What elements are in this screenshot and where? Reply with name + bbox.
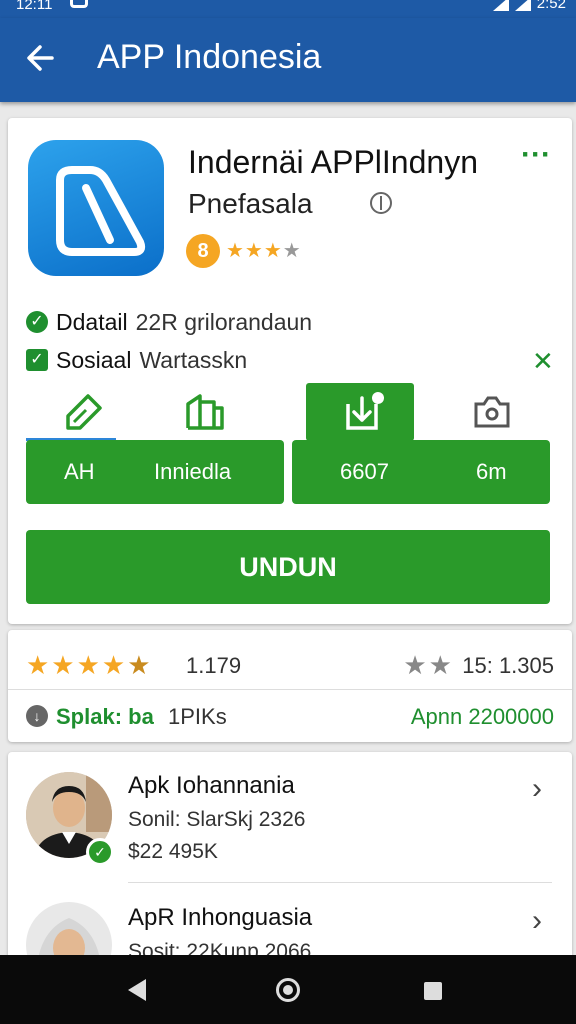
list-item-title: Apk Iohannania [128, 772, 295, 799]
info-left-a: AH [64, 459, 95, 484]
sim-icon [70, 0, 88, 8]
status-clock: 2:52 [536, 0, 566, 12]
chevron-right-icon[interactable]: › [532, 904, 542, 938]
info-icon[interactable] [370, 192, 392, 214]
close-icon[interactable]: ✕ [532, 346, 554, 377]
wifi-icon [492, 0, 509, 11]
half-star: ★ [127, 650, 153, 680]
related-list-card: ✓ Apk Iohannania Sonil: SlarSkj 2326 $22… [8, 752, 572, 962]
back-arrow-icon[interactable] [22, 40, 58, 76]
install-button[interactable]: UNDUN [26, 530, 550, 604]
divider [8, 689, 572, 690]
system-nav-bar [0, 955, 576, 1024]
feature-row: ✓ Sosiaal Wartasskn [26, 346, 247, 374]
app-bar-title: APP Indonesia [97, 38, 322, 76]
rating-row: ★★★★★ 1.179 ★★ 15: 1.305 [26, 650, 554, 680]
camera-icon[interactable] [468, 388, 516, 436]
download-size-icon: ↓ [26, 705, 48, 727]
info-button-right[interactable]: 6607 6m [292, 440, 550, 504]
rating-stars: ★★★★ [226, 238, 302, 263]
empty-star: ★ [282, 240, 302, 262]
size-row: ↓ Splak: ba 1PIKs Apnn 2200000 [26, 702, 554, 732]
more-options-icon[interactable]: ··· [520, 140, 552, 170]
edit-icon[interactable] [60, 388, 108, 436]
building-icon[interactable] [180, 388, 228, 436]
chevron-right-icon[interactable]: › [532, 772, 542, 806]
review-count: 15: 1.305 [462, 653, 554, 678]
grey-stars: ★★ [403, 650, 454, 680]
feature-row: ✓ Ddatail 22R grilorandaun [26, 308, 312, 336]
info-right-b: 6m [476, 459, 507, 484]
filled-stars: ★★★★ [26, 650, 128, 680]
age-rating-badge: 8 [186, 234, 220, 268]
status-time: 12:11 [16, 0, 53, 13]
filled-stars: ★★★ [226, 240, 283, 262]
status-icons: 2:52 [492, 0, 566, 12]
divider [128, 882, 552, 883]
app-bar: APP Indonesia [0, 18, 576, 102]
info-right-a: 6607 [340, 459, 389, 484]
signal-icon [514, 0, 531, 11]
list-item-meta: $22 495K [128, 840, 218, 863]
rating-count: 1.179 [186, 653, 242, 678]
info-left-b: Inniedla [154, 459, 232, 484]
status-bar: 12:11 2:52 [0, 0, 576, 18]
app-name: Indernäi APPlIndnyn [188, 144, 478, 180]
developer-name[interactable]: Pnefasala [188, 188, 313, 220]
size-label: Splak: ba [56, 704, 154, 729]
download-icon[interactable] [338, 388, 386, 436]
stats-card: ★★★★★ 1.179 ★★ 15: 1.305 ↓ Splak: ba 1PI… [8, 630, 572, 742]
check-circle-icon: ✓ [26, 311, 48, 333]
verified-check-icon: ✓ [86, 838, 114, 866]
nav-back-icon[interactable] [128, 979, 146, 1001]
list-item-title: ApR Inhonguasia [128, 904, 313, 931]
checkbox-icon[interactable]: ✓ [26, 349, 48, 371]
feature-label: Ddatail [56, 308, 128, 335]
app-logo-icon [28, 140, 164, 276]
size-value: 1PIKs [168, 704, 227, 729]
list-item-subtitle: Sonil: SlarSkj 2326 [128, 808, 306, 831]
feature-value: 22R grilorandaun [135, 308, 313, 335]
nav-home-icon[interactable] [276, 978, 300, 1002]
app-detail-card: Indernäi APPlIndnyn ··· Pnefasala 8 ★★★★… [8, 118, 572, 624]
feature-label: Sosiaal [56, 346, 132, 373]
nav-recents-icon[interactable] [424, 982, 442, 1000]
price-value: Apnn 2200000 [410, 704, 554, 729]
list-item[interactable]: ✓ Apk Iohannania Sonil: SlarSkj 2326 $22… [8, 752, 572, 883]
avatar [26, 902, 112, 962]
list-item[interactable]: ApR Inhonguasia Sosit: 22Kunp 2066 › [8, 884, 572, 962]
info-button-left[interactable]: AH Inniedla [26, 440, 284, 504]
rating-stars-large: ★★★★★ [26, 650, 153, 681]
feature-value: Wartasskn [139, 346, 248, 373]
